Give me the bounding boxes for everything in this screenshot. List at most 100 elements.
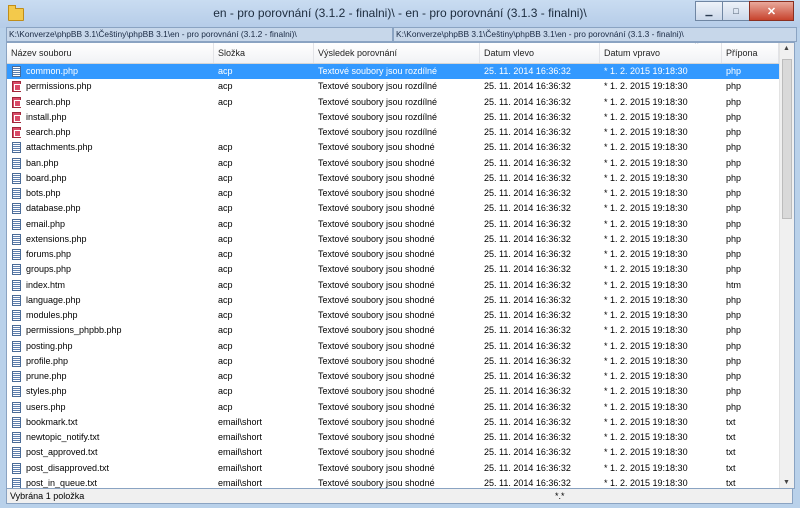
table-row[interactable]: post_in_queue.txt email\short Textové soub… bbox=[7, 476, 779, 488]
table-row[interactable]: attachments.php acp Textové soubory jsou s… bbox=[7, 140, 779, 155]
extension-cell: php bbox=[726, 172, 742, 183]
folder-cell: acp bbox=[218, 233, 233, 244]
table-row[interactable]: database.php acp Textové soubory jsou shod… bbox=[7, 201, 779, 216]
left-date-cell: 25. 11. 2014 16:36:32 bbox=[484, 279, 571, 290]
right-date-cell: * 1. 2. 2015 19:18:30 bbox=[604, 249, 688, 259]
result-cell: Textové soubory jsou shodné bbox=[318, 188, 435, 198]
result-cell: Textové soubory jsou shodné bbox=[318, 249, 435, 259]
table-row[interactable]: board.php acp Textové soubory jsou shodné 2… bbox=[7, 171, 779, 186]
table-row[interactable]: language.php acp Textové soubory jsou shod… bbox=[7, 293, 779, 308]
table-row[interactable]: extensions.php acp Textové soubory jsou sh… bbox=[7, 232, 779, 247]
table-row[interactable]: modules.php acp Textové soubory jsou shodn… bbox=[7, 308, 779, 323]
folder-cell: acp bbox=[218, 142, 233, 153]
extension-cell: php bbox=[726, 188, 742, 198]
result-cell: Textové soubory jsou shodné bbox=[318, 447, 435, 458]
left-date-cell: 25. 11. 2014 16:36:32 bbox=[484, 447, 571, 458]
scrollbar-thumb[interactable] bbox=[782, 59, 792, 219]
left-date-cell: 25. 11. 2014 16:36:32 bbox=[484, 310, 571, 320]
table-row[interactable]: install.php Textové soubory jsou rozdílné… bbox=[7, 110, 779, 125]
maximize-button[interactable]: □ bbox=[722, 1, 750, 21]
result-cell: Textové soubory jsou shodné bbox=[318, 142, 435, 153]
extension-cell: txt bbox=[726, 477, 736, 488]
vertical-scrollbar[interactable]: ▲ ▼ bbox=[779, 43, 794, 488]
table-row[interactable]: profile.php acp Textové soubory jsou shodn… bbox=[7, 354, 779, 369]
title-bar[interactable]: en - pro porovnání (3.1.2 - finalni)\ - … bbox=[0, 0, 800, 28]
table-row[interactable]: email.php acp Textové soubory jsou shodné 2… bbox=[7, 217, 779, 232]
extension-cell: php bbox=[726, 81, 742, 92]
table-row[interactable]: posting.php acp Textové soubory jsou shodn… bbox=[7, 339, 779, 354]
folder-cell: acp bbox=[218, 325, 233, 336]
scroll-down-icon[interactable]: ▼ bbox=[783, 479, 790, 486]
status-bar: Vybrána 1 položka *.* bbox=[6, 488, 793, 504]
table-row[interactable]: prune.php acp Textové soubory jsou shodné 2… bbox=[7, 369, 779, 384]
table-row[interactable]: styles.php acp Textové soubory jsou shodné… bbox=[7, 384, 779, 399]
file-name-cell: newtopic_notify.txt bbox=[26, 432, 100, 442]
file-name-cell: post_disapproved.txt bbox=[26, 462, 110, 473]
extension-cell: htm bbox=[726, 279, 742, 290]
col-header-right-date[interactable]: Datum vpravo bbox=[600, 43, 722, 63]
col-header-name[interactable]: Název souboru bbox=[7, 43, 214, 63]
file-name-cell: posting.php bbox=[26, 340, 73, 351]
extension-cell: php bbox=[726, 96, 742, 107]
table-row[interactable]: search.php acp Textové soubory jsou rozdíl… bbox=[7, 95, 779, 110]
right-date-cell: * 1. 2. 2015 19:18:30 bbox=[604, 203, 688, 214]
result-cell: Textové soubory jsou shodné bbox=[318, 203, 435, 214]
folder-cell: acp bbox=[218, 218, 233, 229]
folder-cell: email\short bbox=[218, 416, 263, 427]
text-file-icon bbox=[12, 462, 21, 474]
table-row[interactable]: permissions_phpbb.php acp Textové soubory … bbox=[7, 323, 779, 338]
extension-cell: php bbox=[726, 401, 742, 412]
folder-cell bbox=[218, 125, 314, 140]
text-file-icon bbox=[12, 294, 21, 306]
text-file-icon bbox=[12, 218, 21, 230]
right-date-cell: * 1. 2. 2015 19:18:30 bbox=[604, 142, 688, 153]
result-cell: Textové soubory jsou rozdílné bbox=[318, 127, 438, 137]
extension-cell: txt bbox=[726, 432, 736, 442]
left-date-cell: 25. 11. 2014 16:36:32 bbox=[484, 294, 571, 305]
table-row[interactable]: users.php acp Textové soubory jsou shodné 2… bbox=[7, 400, 779, 415]
minimize-button[interactable]: ▁ bbox=[695, 1, 723, 21]
col-header-result[interactable]: Výsledek porovnání ^ bbox=[314, 43, 698, 63]
table-row[interactable]: bots.php acp Textové soubory jsou shodné 25… bbox=[7, 186, 779, 201]
text-file-icon bbox=[12, 325, 21, 337]
table-row[interactable]: common.php acp Textové soubory jsou rozdíl… bbox=[7, 64, 779, 80]
table-row[interactable]: ban.php acp Textové soubory jsou shodné 25.… bbox=[7, 156, 779, 171]
table-row[interactable]: bookmark.txt email\short Textové soubory j… bbox=[7, 415, 779, 430]
table-row[interactable]: index.htm acp Textové soubory jsou shodné 2… bbox=[7, 278, 779, 293]
col-header-ext[interactable]: Přípona bbox=[722, 43, 779, 63]
col-header-folder[interactable]: Složka bbox=[214, 43, 314, 63]
result-cell: Textové soubory jsou shodné bbox=[318, 325, 435, 336]
folder-cell: acp bbox=[218, 310, 233, 320]
left-date-cell: 25. 11. 2014 16:36:32 bbox=[484, 386, 571, 397]
folder-cell: acp bbox=[218, 279, 233, 290]
table-row[interactable]: groups.php acp Textové soubory jsou shodné… bbox=[7, 262, 779, 277]
right-date-cell: * 1. 2. 2015 19:18:30 bbox=[604, 462, 688, 473]
extension-cell: php bbox=[726, 66, 742, 76]
file-name-cell: styles.php bbox=[26, 386, 67, 397]
folder-cell: acp bbox=[218, 96, 233, 107]
table-row[interactable]: permissions.php acp Textové soubory jsou r… bbox=[7, 79, 779, 94]
window-controls: ▁ □ ✕ bbox=[695, 1, 794, 21]
left-date-cell: 25. 11. 2014 16:36:32 bbox=[484, 340, 571, 351]
table-row[interactable]: newtopic_notify.txt email\short Textové so… bbox=[7, 430, 779, 445]
result-cell: Textové soubory jsou rozdílné bbox=[318, 96, 438, 107]
folder-cell bbox=[218, 110, 314, 125]
right-date-cell: * 1. 2. 2015 19:18:30 bbox=[604, 294, 688, 305]
table-row[interactable]: forums.php acp Textové soubory jsou shodné… bbox=[7, 247, 779, 262]
table-row[interactable]: post_approved.txt email\short Textové soub… bbox=[7, 445, 779, 460]
extension-cell: txt bbox=[726, 462, 736, 473]
scroll-up-icon[interactable]: ▲ bbox=[783, 45, 790, 52]
table-row[interactable]: post_disapproved.txt email\short Textové s… bbox=[7, 461, 779, 476]
col-header-left-date[interactable]: Datum vlevo bbox=[480, 43, 600, 63]
result-cell: Textové soubory jsou shodné bbox=[318, 386, 435, 397]
close-button[interactable]: ✕ bbox=[749, 1, 794, 21]
diff-file-icon bbox=[12, 111, 21, 123]
comparison-list[interactable]: Název souboru Složka Výsledek porovnání … bbox=[6, 42, 795, 489]
extension-cell: php bbox=[726, 294, 742, 305]
file-name-cell: permissions_phpbb.php bbox=[26, 325, 122, 336]
file-name-cell: common.php bbox=[26, 66, 79, 76]
extension-cell: php bbox=[726, 127, 742, 137]
text-file-icon bbox=[12, 310, 21, 321]
table-row[interactable]: search.php Textové soubory jsou rozdílné 2… bbox=[7, 125, 779, 140]
folder-cell: acp bbox=[218, 294, 233, 305]
